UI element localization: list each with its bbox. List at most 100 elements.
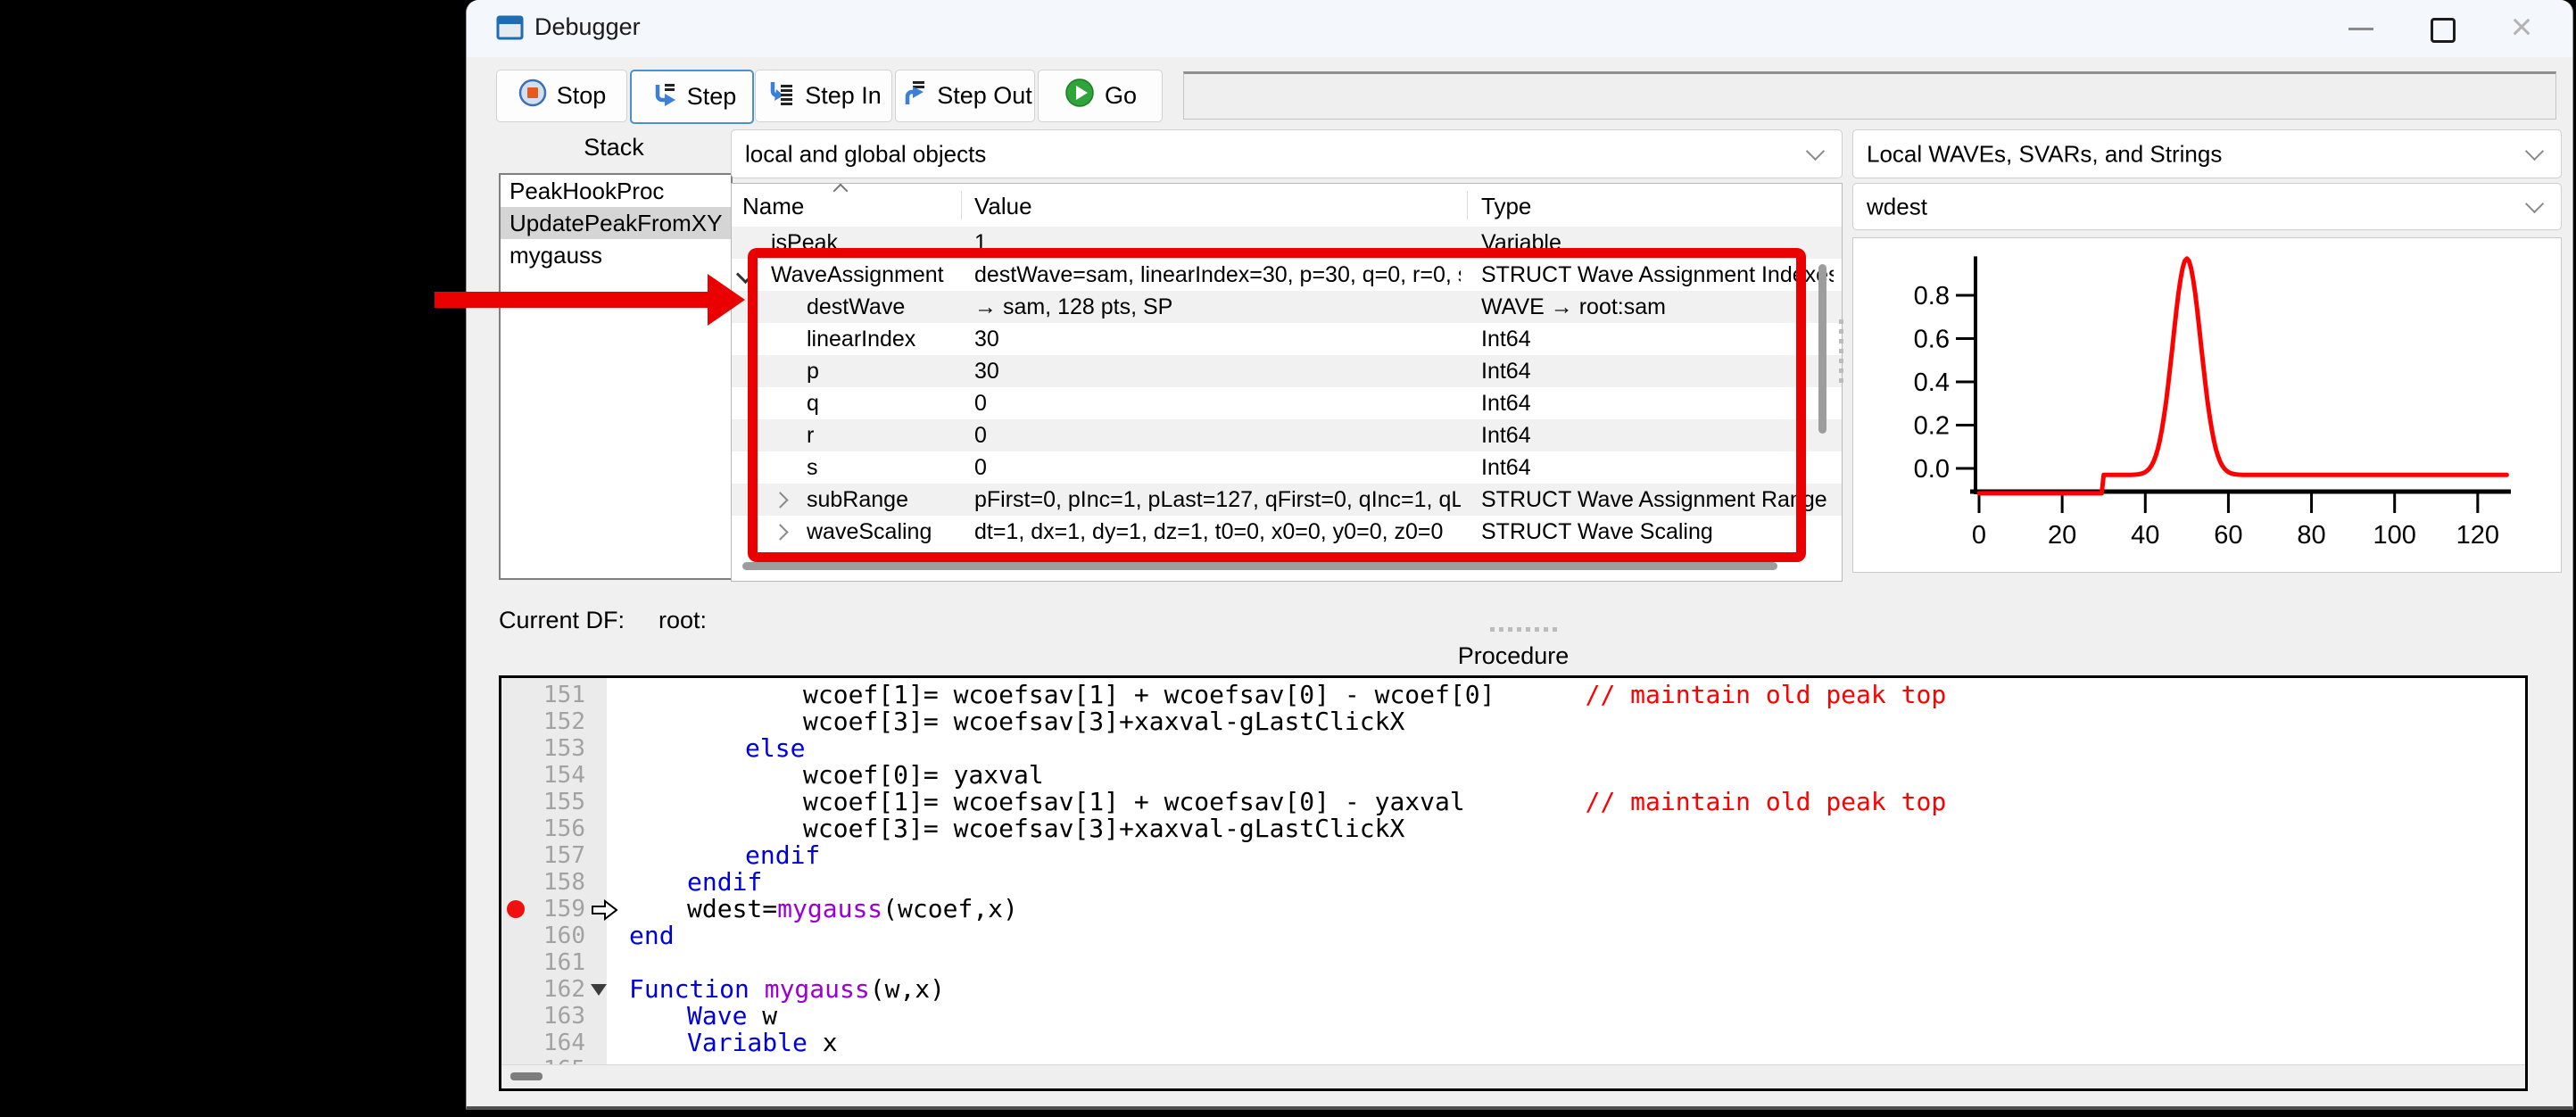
column-header-name[interactable]: Name xyxy=(742,193,804,220)
cell-value: 30 xyxy=(974,327,1461,352)
expand-chevron-icon[interactable] xyxy=(772,492,788,508)
screen-background: Debugger × Stop xyxy=(0,0,2576,1117)
maximize-button[interactable] xyxy=(2401,0,2481,57)
code-comment: // maintain old peak top xyxy=(1495,682,1946,709)
code-text: wcoef[3]= wcoefsav[3]+xaxval-gLastClickX xyxy=(803,708,1404,735)
step-button[interactable]: Step xyxy=(630,70,754,124)
table-row-isPeak[interactable]: isPeak1Variable xyxy=(732,227,1842,259)
line-number[interactable]: 158 xyxy=(501,869,585,896)
expand-chevron-icon[interactable] xyxy=(772,524,788,540)
line-number[interactable]: 164 xyxy=(501,1030,585,1056)
code-function-name: mygauss xyxy=(777,894,882,923)
code-plain: wdest= xyxy=(687,894,777,923)
table-row-destWave[interactable]: destWave→ sam, 128 pts, SPWAVE → root:sa… xyxy=(732,291,1842,323)
stop-icon xyxy=(518,78,548,114)
table-row-r[interactable]: r0Int64 xyxy=(732,419,1842,451)
column-divider[interactable] xyxy=(961,191,962,219)
code-line-164[interactable]: 164Variable x xyxy=(501,1030,2525,1056)
cell-type: Int64 xyxy=(1481,391,1834,417)
procedure-pane-title: Procedure xyxy=(499,642,2528,670)
minimize-button[interactable] xyxy=(2321,0,2401,57)
step-in-label: Step In xyxy=(805,82,882,110)
code-plain: (w,x) xyxy=(870,974,945,1004)
code-line-161[interactable]: 161 xyxy=(501,949,2525,976)
cell-value: destWave=sam, linearIndex=30, p=30, q=0,… xyxy=(974,262,1461,288)
code-plain: wcoef[1]= wcoefsav[1] + wcoefsav[0] - ya… xyxy=(803,787,1465,816)
line-number[interactable]: 153 xyxy=(501,735,585,762)
table-vertical-scrollbar[interactable] xyxy=(1818,264,1826,434)
code-line-155[interactable]: 155 wcoef[1]= wcoefsav[1] + wcoefsav[0] -… xyxy=(501,789,2525,815)
table-row-WaveAssignment[interactable]: WaveAssignmentdestWave=sam, linearIndex=… xyxy=(732,259,1842,291)
code-line-157[interactable]: 157 endif xyxy=(501,842,2525,869)
line-number[interactable]: 155 xyxy=(501,789,585,815)
code-line-153[interactable]: 153else xyxy=(501,735,2525,762)
code-text: wcoef[0]= yaxval xyxy=(803,762,1044,789)
cell-type: Int64 xyxy=(1481,455,1834,481)
current-df-label: Current DF: xyxy=(499,607,625,633)
objects-table-header[interactable]: Name Value Type xyxy=(732,184,1842,228)
code-line-162[interactable]: 162Function mygauss(w,x) xyxy=(501,976,2525,1003)
table-row-linearIndex[interactable]: linearIndex30Int64 xyxy=(732,323,1842,355)
code-line-154[interactable]: 154 wcoef[0]= yaxval xyxy=(501,762,2525,789)
code-keyword: endif xyxy=(745,840,820,870)
procedure-code-panel[interactable]: 151 wcoef[1]= wcoefsav[1] + wcoefsav[0] -… xyxy=(499,675,2528,1091)
line-number[interactable]: 159 xyxy=(501,896,585,923)
close-icon: × xyxy=(2511,5,2533,47)
table-horizontal-scrollbar[interactable] xyxy=(742,562,1777,570)
code-function-name: mygauss xyxy=(765,974,870,1004)
line-number[interactable]: 152 xyxy=(501,708,585,735)
line-number[interactable]: 156 xyxy=(501,815,585,842)
table-row-waveScaling[interactable]: waveScalingdt=1, dx=1, dy=1, dz=1, t0=0,… xyxy=(732,516,1842,548)
line-number[interactable]: 162 xyxy=(501,976,585,1003)
svg-text:0.8: 0.8 xyxy=(1914,282,1950,310)
code-line-156[interactable]: 156wcoef[3]= wcoefsav[3]+xaxval-gLastCli… xyxy=(501,815,2525,842)
code-line-160[interactable]: 160end xyxy=(501,923,2525,949)
objects-filter-dropdown[interactable]: local and global objects xyxy=(731,129,1843,178)
step-out-button[interactable]: Step Out xyxy=(895,70,1035,122)
fold-triangle-icon[interactable] xyxy=(591,984,607,996)
stack-item-mygauss[interactable]: mygauss xyxy=(501,239,731,271)
line-number[interactable]: 157 xyxy=(501,842,585,869)
cell-value: pFirst=0, pInc=1, pLast=127, qFirst=0, q… xyxy=(974,487,1461,513)
stack-item-UpdatePeakFromXY[interactable]: UpdatePeakFromXY xyxy=(501,207,731,239)
code-line-163[interactable]: 163Wave w xyxy=(501,1003,2525,1030)
table-row-s[interactable]: s0Int64 xyxy=(732,451,1842,484)
wave-select-value: wdest xyxy=(1867,193,1927,220)
collapse-chevron-icon[interactable] xyxy=(736,265,755,284)
code-line-158[interactable]: 158endif xyxy=(501,869,2525,896)
horizontal-splitter-handle[interactable] xyxy=(1490,627,1557,632)
line-number[interactable]: 163 xyxy=(501,1003,585,1030)
table-row-q[interactable]: q0Int64 xyxy=(732,387,1842,419)
code-line-159[interactable]: 159wdest=mygauss(wcoef,x) xyxy=(501,896,2525,923)
code-line-152[interactable]: 152 wcoef[3]= wcoefsav[3]+xaxval-gLastCli… xyxy=(501,708,2525,735)
step-in-button[interactable]: Step In xyxy=(755,70,892,122)
current-df-value: root: xyxy=(658,607,707,633)
table-row-subRange[interactable]: subRange pFirst=0, pInc=1, pLast=127, qFi… xyxy=(732,484,1842,516)
cell-type: Variable xyxy=(1481,230,1834,256)
close-button[interactable]: × xyxy=(2481,0,2562,57)
svg-text:0.2: 0.2 xyxy=(1914,412,1950,441)
table-row-p[interactable]: p30Int64 xyxy=(732,355,1842,387)
line-number[interactable]: 151 xyxy=(501,682,585,708)
waves-filter-dropdown[interactable]: Local WAVEs, SVARs, and Strings xyxy=(1852,129,2562,178)
wave-select-dropdown[interactable]: wdest xyxy=(1852,183,2562,230)
column-header-value[interactable]: Value xyxy=(974,193,1032,220)
code-scrollbar-thumb[interactable] xyxy=(510,1072,543,1080)
cell-name: subRange xyxy=(807,487,958,513)
title-bar[interactable]: Debugger × xyxy=(467,0,2572,57)
code-lines[interactable]: 151 wcoef[1]= wcoefsav[1] + wcoefsav[0] -… xyxy=(501,682,2525,1065)
column-divider[interactable] xyxy=(1467,191,1468,219)
cell-value: 0 xyxy=(974,423,1461,449)
go-button[interactable]: Go xyxy=(1038,70,1163,122)
cell-value: dt=1, dx=1, dy=1, dz=1, t0=0, x0=0, y0=0… xyxy=(974,519,1461,545)
line-number[interactable]: 154 xyxy=(501,762,585,789)
stack-item-PeakHookProc[interactable]: PeakHookProc xyxy=(501,175,731,207)
stop-button[interactable]: Stop xyxy=(496,70,627,122)
line-number[interactable]: 161 xyxy=(501,949,585,976)
code-text: wcoef[1]= wcoefsav[1] + wcoefsav[0] - wc… xyxy=(803,682,1946,708)
code-line-151[interactable]: 151 wcoef[1]= wcoefsav[1] + wcoefsav[0] -… xyxy=(501,682,2525,708)
column-header-type[interactable]: Type xyxy=(1481,193,1531,220)
line-number[interactable]: 160 xyxy=(501,923,585,949)
vertical-splitter-handle[interactable] xyxy=(1839,319,1843,383)
code-horizontal-scrollbar[interactable] xyxy=(501,1064,2525,1088)
